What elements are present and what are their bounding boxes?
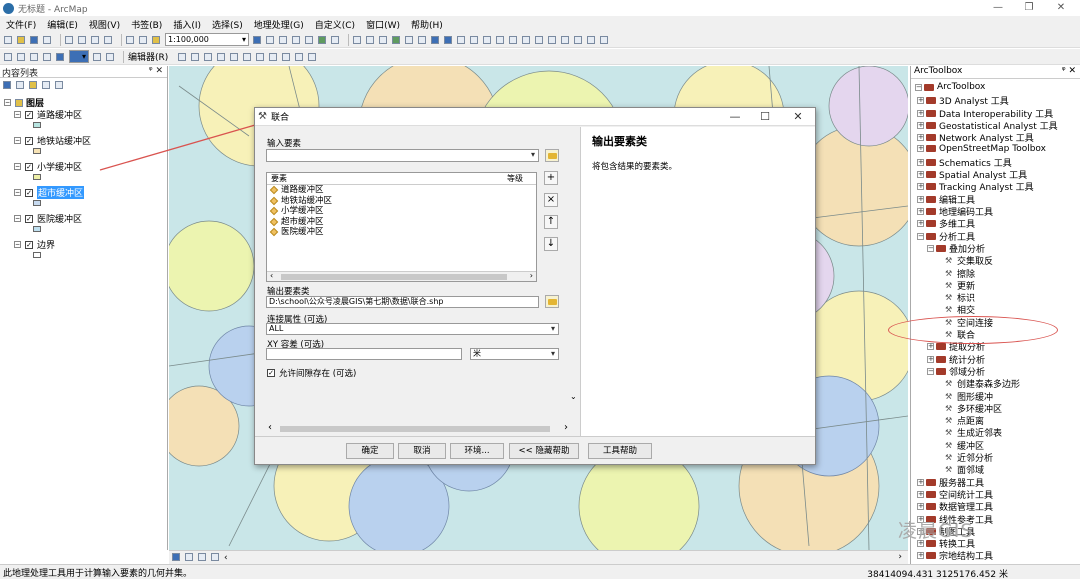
features-column-header: 要素 (271, 174, 287, 183)
xy-tolerance-input[interactable] (266, 348, 462, 360)
join-attributes-select[interactable]: ALL (266, 323, 559, 335)
params-hscrollbar[interactable]: ‹ › (266, 422, 570, 434)
scroll-thumb[interactable] (281, 274, 507, 280)
input-feature-name: 地铁站缓冲区 (281, 195, 333, 206)
dialog-minimize-icon[interactable]: — (720, 108, 750, 126)
output-path-field[interactable]: D:\school\公众号凌晨GIS\第七期\数据\联合.shp (266, 296, 539, 308)
input-feature-row[interactable]: 地铁站缓冲区 (267, 196, 536, 207)
help-text: 将包含结果的要素类。 (592, 162, 678, 172)
help-pane: 输出要素类 将包含结果的要素类。 (580, 127, 815, 445)
tool-help-button[interactable]: 工具帮助 (588, 443, 652, 459)
annotation-oval (888, 316, 1058, 344)
input-feature-row[interactable]: 超市缓冲区 (267, 217, 536, 228)
help-title: 输出要素类 (592, 135, 647, 148)
dialog-title-bar: ⚒ 联合 — ☐ ✕ (255, 108, 815, 126)
union-dialog: ⚒ 联合 — ☐ ✕ 输入要素 要素 等级 道路缓冲区地铁站缓冲区小学缓冲区超市… (254, 107, 816, 465)
input-feature-row[interactable]: 道路缓冲区 (267, 185, 536, 196)
layer-diamond-icon (269, 207, 279, 216)
input-feature-row[interactable]: 小学缓冲区 (267, 206, 536, 217)
input-feature-name: 医院缓冲区 (281, 227, 324, 237)
dialog-title: 联合 (271, 113, 290, 123)
input-features-combo[interactable] (266, 149, 539, 162)
xy-unit-select[interactable]: 米 (470, 348, 559, 360)
hammer-icon: ⚒ (258, 111, 267, 122)
layer-diamond-icon (269, 228, 279, 237)
cancel-button[interactable]: 取消 (398, 443, 446, 459)
allow-gaps-row[interactable]: ✓ 允许间隙存在 (可选) (267, 367, 356, 379)
hide-help-button[interactable]: << 隐藏帮助 (509, 443, 579, 459)
input-feature-name: 小学缓冲区 (281, 206, 324, 216)
dialog-maximize-icon[interactable]: ☐ (750, 108, 780, 126)
move-up-button[interactable]: ↑ (544, 215, 558, 229)
layer-diamond-icon (269, 186, 279, 195)
params-vscrollbar[interactable]: ⌄ (568, 127, 580, 445)
scroll-thumb[interactable] (280, 426, 550, 432)
move-down-button[interactable]: ↓ (544, 237, 558, 251)
scroll-left-icon[interactable]: ‹ (268, 422, 272, 433)
add-row-button[interactable]: + (544, 171, 558, 185)
scroll-down-icon[interactable]: ⌄ (570, 392, 577, 401)
remove-row-button[interactable]: × (544, 193, 558, 207)
allow-gaps-label: 允许间隙存在 (可选) (279, 369, 357, 379)
environments-button[interactable]: 环境... (450, 443, 504, 459)
browse-output-icon[interactable] (545, 295, 559, 308)
rank-column-header: 等级 (507, 174, 523, 183)
input-features-list[interactable]: 要素 等级 道路缓冲区 地铁站缓冲区 小学缓冲区 超市缓冲区 医院缓冲区 ‹ › (266, 172, 537, 282)
dialog-close-icon[interactable]: ✕ (783, 108, 813, 126)
ok-button[interactable]: 确定 (346, 443, 394, 459)
layer-diamond-icon (269, 196, 279, 205)
list-header: 要素 等级 (267, 173, 536, 185)
allow-gaps-checkbox[interactable]: ✓ (267, 369, 275, 377)
layer-diamond-icon (269, 217, 279, 226)
list-hscrollbar[interactable]: ‹ › (267, 271, 536, 281)
scroll-left-icon[interactable]: ‹ (270, 271, 273, 280)
browse-input-icon[interactable] (545, 149, 559, 162)
annotation-arrow-line (99, 122, 263, 171)
input-feature-name: 超市缓冲区 (281, 216, 324, 227)
watermark: 凌晨GIS (898, 520, 974, 542)
dialog-button-row: 确定 取消 环境... << 隐藏帮助 工具帮助 (255, 436, 815, 464)
input-feature-row[interactable]: 医院缓冲区 (267, 227, 536, 238)
input-feature-name: 道路缓冲区 (281, 185, 324, 195)
input-features-label: 输入要素 (267, 139, 302, 149)
scroll-right-icon[interactable]: › (564, 422, 568, 433)
scroll-right-icon[interactable]: › (530, 271, 533, 280)
